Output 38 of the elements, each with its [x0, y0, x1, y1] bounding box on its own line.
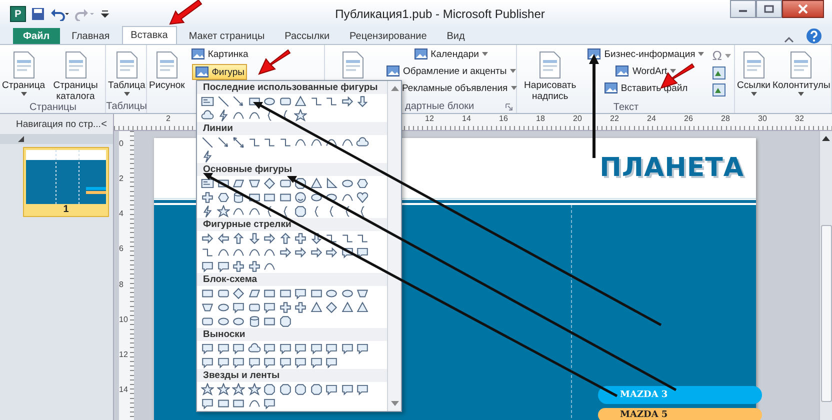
ribbon-button[interactable]: Фигуры [192, 64, 248, 80]
group-label: Таблицы [106, 101, 147, 112]
pane-title: Навигация по стр... [16, 118, 101, 130]
section-heading: Линии [197, 122, 387, 135]
collapse-pane-button[interactable]: < [101, 118, 107, 130]
section-heading: Фигурные стрелки [197, 218, 387, 231]
ribbon-button[interactable]: Рисунок [149, 49, 185, 91]
section-heading: Блок-схема [197, 273, 387, 286]
group-label: Страницы [30, 102, 76, 113]
ribbon-button[interactable]: Ссылки [737, 49, 770, 96]
ribbon-tab[interactable]: Рассылки [276, 28, 338, 44]
page-thumbnail[interactable]: 1 [23, 147, 109, 217]
ribbon-tab[interactable]: Рецензирование [342, 28, 435, 44]
ribbon-tab[interactable]: Макет страницы [180, 28, 273, 44]
ribbon-tab[interactable]: Главная [64, 28, 118, 44]
page-heading: ПЛАНЕТА [600, 153, 744, 183]
model-label: MAZDA 3 [598, 386, 762, 404]
section-heading: Последние использованные фигуры [197, 81, 387, 94]
group-label: дартные блоки [405, 101, 474, 112]
app-logo: P [10, 6, 26, 22]
section-heading: Звезды и ленты [197, 369, 387, 382]
window-title: Публикация1.pub - Microsoft Publisher [334, 7, 545, 21]
ribbon-button[interactable]: Страница [2, 49, 46, 96]
ribbon-tab[interactable]: Вид [438, 28, 473, 44]
ribbon-button[interactable]: Колонтитулы [772, 49, 830, 96]
section-heading: Основные фигуры [197, 163, 387, 176]
group-label: Текст [613, 102, 639, 113]
model-label: MAZDA 5 [598, 408, 762, 420]
ribbon-button[interactable]: Нарисовать надпись [519, 49, 582, 102]
section-heading: Выноски [197, 328, 387, 341]
ribbon-button[interactable]: Обрамление и акценты [384, 64, 518, 78]
ribbon-tab[interactable]: Вставка [122, 26, 177, 44]
vertical-ruler: 0 2 4 6 8 10 12 14 [119, 131, 134, 420]
ribbon-button[interactable]: Календари [412, 47, 490, 61]
ribbon-button[interactable]: Картинка [188, 47, 250, 61]
ribbon-button[interactable]: Таблица [108, 49, 146, 96]
file-tab[interactable]: Файл [13, 28, 60, 44]
ribbon-button[interactable]: Страницы каталога [47, 49, 104, 102]
